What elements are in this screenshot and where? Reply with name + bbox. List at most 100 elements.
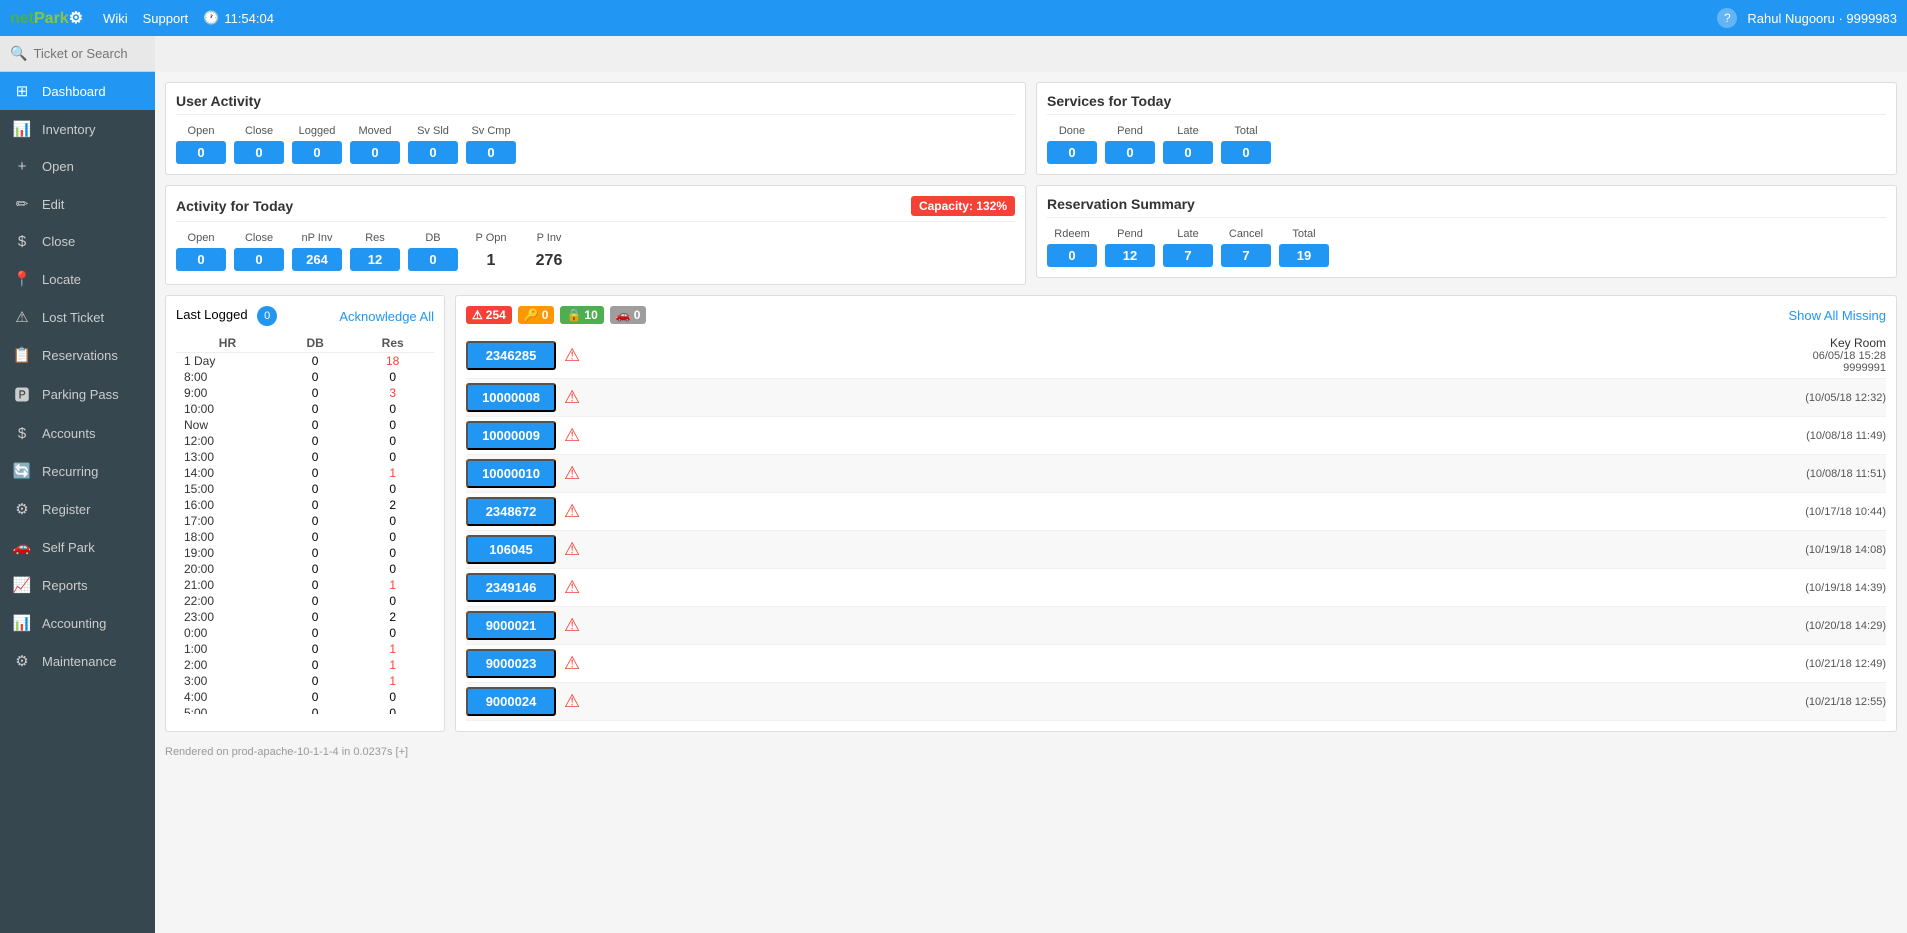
ticket-button[interactable]: 2349146: [466, 573, 556, 602]
metric-label: Moved: [358, 125, 391, 137]
db-cell: 0: [279, 705, 351, 714]
hour-cell: 16:00: [176, 497, 279, 513]
metric-moved: Moved 0: [350, 125, 400, 164]
metric-value: 19: [1279, 244, 1329, 267]
alert-info: (10/21/18 12:55): [588, 696, 1886, 708]
metric-popn: P Opn1: [466, 232, 516, 274]
sidebar-item-maintenance[interactable]: ⚙ Maintenance: [0, 642, 155, 680]
activity-today-card: Activity for Today Capacity: 132% Open0C…: [165, 185, 1026, 285]
search-input[interactable]: [33, 46, 145, 61]
metric-value: 0: [350, 141, 400, 164]
alert-info: (10/08/18 11:49): [588, 430, 1886, 442]
sidebar-item-inventory[interactable]: 📊 Inventory: [0, 110, 155, 148]
table-row: 10:00 0 0: [176, 401, 434, 417]
db-cell: 0: [279, 641, 351, 657]
metric-npinv: nP Inv264: [292, 232, 342, 274]
metric-value: 0: [176, 248, 226, 271]
sidebar-item-accounting[interactable]: 📊 Accounting: [0, 604, 155, 642]
hour-cell: 21:00: [176, 577, 279, 593]
table-row: 3:00 0 1: [176, 673, 434, 689]
ticket-button[interactable]: 10000010: [466, 459, 556, 488]
metric-value: 7: [1221, 244, 1271, 267]
metric-label: P Opn: [476, 232, 507, 244]
sidebar-item-self-park[interactable]: 🚗 Self Park: [0, 528, 155, 566]
table-row: 21:00 0 1: [176, 577, 434, 593]
metric-svcmp: Sv Cmp0: [466, 125, 516, 164]
ticket-button[interactable]: 9000023: [466, 649, 556, 678]
table-row: 0:00 0 0: [176, 625, 434, 641]
sidebar-item-accounts[interactable]: $ Accounts: [0, 415, 155, 452]
db-cell: 0: [279, 401, 351, 417]
logo-net: net: [10, 10, 34, 27]
hour-cell: 4:00: [176, 689, 279, 705]
sidebar-item-locate[interactable]: 📍 Locate: [0, 260, 155, 298]
alert-row: 2346285 ⚠ Key Room06/05/18 15:289999991: [466, 332, 1886, 379]
help-icon[interactable]: ?: [1717, 8, 1737, 28]
ticket-button[interactable]: 2346285: [466, 341, 556, 370]
res-cell: 0: [351, 433, 434, 449]
metric-open: Open0: [176, 125, 226, 164]
metric-value: 0: [1163, 141, 1213, 164]
alerts-card: ⚠ 254 🔑 0 🔒 10 🚗 0 Show All Missing 2346…: [455, 295, 1897, 732]
metric-close: Close0: [234, 232, 284, 274]
logged-badge: 0: [257, 306, 277, 326]
db-cell: 0: [279, 353, 351, 370]
hour-cell: 23:00: [176, 609, 279, 625]
db-cell: 0: [279, 497, 351, 513]
col-hr: HR: [176, 334, 279, 353]
col-res: Res: [351, 334, 434, 353]
sidebar-item-edit[interactable]: ✏ Edit: [0, 185, 155, 223]
sidebar-item-reports[interactable]: 📈 Reports: [0, 566, 155, 604]
metric-label: Close: [245, 232, 273, 244]
hour-cell: 0:00: [176, 625, 279, 641]
res-cell: 1: [351, 641, 434, 657]
sidebar-item-close[interactable]: $ Close: [0, 223, 155, 260]
hour-cell: 1 Day: [176, 353, 279, 370]
metric-logged: Logged0: [292, 125, 342, 164]
metric-label: Late: [1177, 125, 1198, 137]
sidebar-item-register[interactable]: ⚙ Register: [0, 490, 155, 528]
sidebar-item-parking-pass[interactable]: 🅿 Parking Pass: [0, 374, 155, 415]
ticket-button[interactable]: 10000008: [466, 383, 556, 412]
ticket-button[interactable]: 9000021: [466, 611, 556, 640]
acknowledge-all-link[interactable]: Acknowledge All: [339, 309, 434, 324]
sidebar-item-open[interactable]: + Open: [0, 148, 155, 185]
sidebar-label-accounting: Accounting: [42, 616, 106, 631]
user-name: Rahul Nugooru · 9999983: [1747, 11, 1897, 26]
car-alert-badge: 🚗 0: [610, 306, 647, 324]
metric-label: Sv Sld: [417, 125, 449, 137]
logo-park: Park: [34, 10, 69, 27]
show-all-missing-link[interactable]: Show All Missing: [1788, 308, 1886, 323]
user-activity-title: User Activity: [176, 93, 1015, 115]
sidebar-item-lost-ticket[interactable]: ⚠ Lost Ticket: [0, 298, 155, 336]
ticket-button[interactable]: 2348672: [466, 497, 556, 526]
support-link[interactable]: Support: [143, 11, 189, 26]
db-cell: 0: [279, 529, 351, 545]
sidebar-label-reservations: Reservations: [42, 348, 118, 363]
table-row: 18:00 0 0: [176, 529, 434, 545]
logged-scroll[interactable]: HR DB Res 1 Day 0 18 8:00 0 0 9:00 0 3 1…: [176, 334, 434, 714]
sidebar-item-recurring[interactable]: 🔄 Recurring: [0, 452, 155, 490]
reservation-summary-metrics: Rdeem0Pend12Late7Cancel7Total19: [1047, 228, 1886, 267]
ticket-button[interactable]: 10000009: [466, 421, 556, 450]
alerts-list: 2346285 ⚠ Key Room06/05/18 15:289999991 …: [466, 332, 1886, 721]
metric-pinv: P Inv276: [524, 232, 574, 274]
alert-info: (10/05/18 12:32): [588, 392, 1886, 404]
logged-title: Last Logged 0: [176, 306, 277, 326]
ticket-button[interactable]: 9000024: [466, 687, 556, 716]
sidebar-item-dashboard[interactable]: ⊞ Dashboard: [0, 72, 155, 110]
res-cell: 1: [351, 673, 434, 689]
metric-db: DB0: [408, 232, 458, 274]
top-section: User Activity Open0Close0Logged0Moved0Sv…: [165, 82, 1897, 285]
ticket-button[interactable]: 106045: [466, 535, 556, 564]
res-cell: 1: [351, 465, 434, 481]
wiki-link[interactable]: Wiki: [103, 11, 128, 26]
metric-value: 12: [350, 248, 400, 271]
sidebar-item-reservations[interactable]: 📋 Reservations: [0, 336, 155, 374]
right-cards: Services for Today Done0Pend0Late0Total0…: [1036, 82, 1897, 285]
maintenance-icon: ⚙: [12, 652, 32, 670]
metric-value: 0: [466, 141, 516, 164]
warning-icon: ⚠: [564, 501, 580, 522]
metric-label: Pend: [1117, 228, 1143, 240]
self-park-icon: 🚗: [12, 538, 32, 556]
